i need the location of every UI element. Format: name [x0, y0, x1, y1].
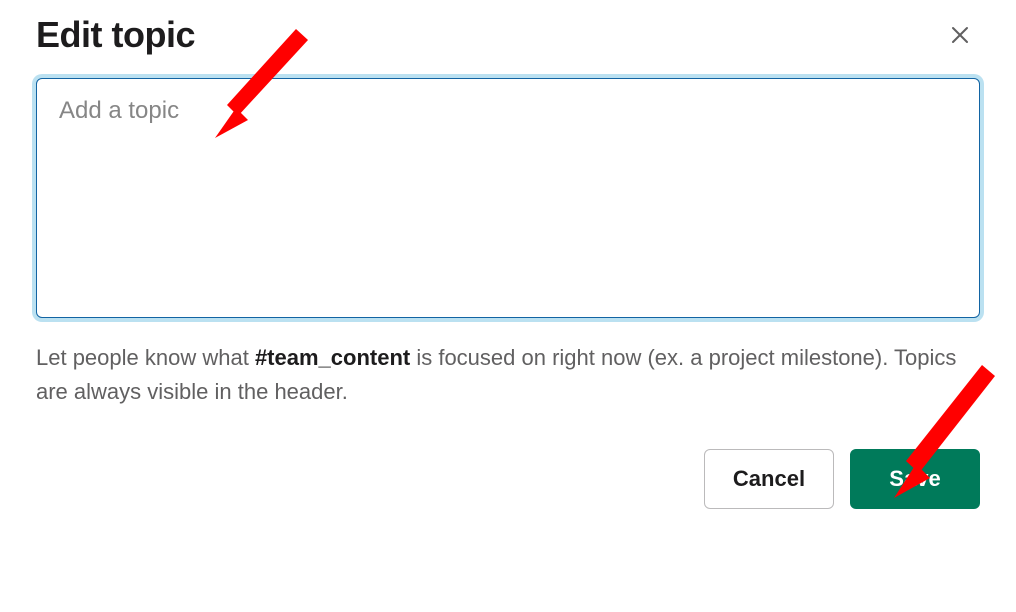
- dialog-header: Edit topic: [36, 14, 980, 56]
- helper-channel: #team_content: [255, 345, 410, 370]
- cancel-button[interactable]: Cancel: [704, 449, 834, 509]
- close-icon: [948, 23, 972, 47]
- helper-prefix: Let people know what: [36, 345, 255, 370]
- topic-input[interactable]: [36, 78, 980, 318]
- dialog-title: Edit topic: [36, 14, 195, 56]
- close-button[interactable]: [940, 15, 980, 55]
- save-button[interactable]: Save: [850, 449, 980, 509]
- button-row: Cancel Save: [36, 449, 980, 509]
- helper-text: Let people know what #team_content is fo…: [36, 341, 980, 409]
